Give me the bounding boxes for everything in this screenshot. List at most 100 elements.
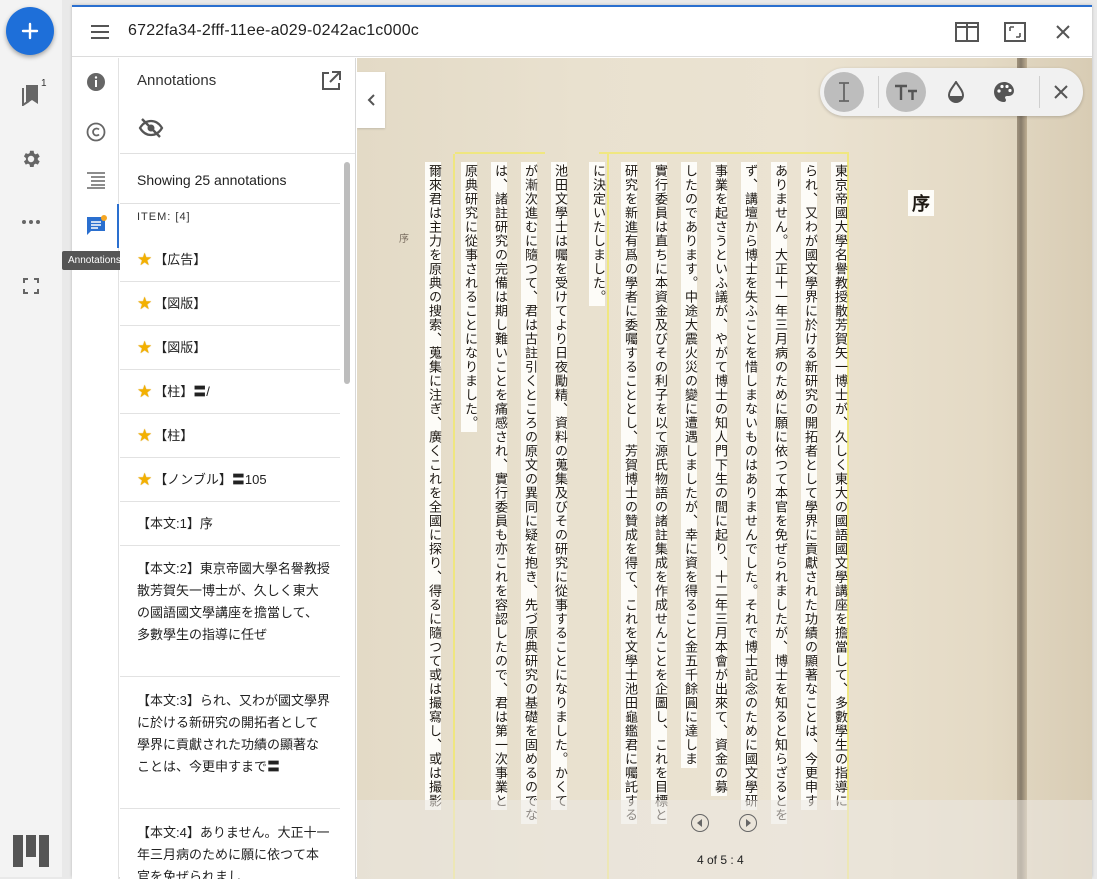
- gear-icon: [23, 150, 40, 167]
- text-line: ず、講壇から博士を失ふことを惜しまないものはありませんでした。それで博士記念のた…: [741, 162, 757, 810]
- canvas-navigation-bar: [357, 800, 1092, 879]
- bookmarks-icon: [22, 85, 38, 106]
- annotation-list-item[interactable]: 【本文:1】序: [120, 502, 340, 546]
- settings-button[interactable]: [15, 143, 47, 175]
- annotation-list-item[interactable]: 【本文:4】ありません。大正十一年三月病のために願に依つて本官を免ぜられまし: [120, 809, 340, 879]
- panel-header: Annotations: [120, 58, 355, 154]
- hamburger-icon: [91, 25, 109, 39]
- toc-icon: [87, 172, 105, 189]
- annotation-outline: [455, 152, 545, 154]
- previous-page-button[interactable]: [691, 814, 709, 832]
- fullscreen-button[interactable]: [15, 270, 47, 302]
- open-in-new-button[interactable]: [320, 70, 342, 92]
- previous-icon: [697, 819, 702, 827]
- information-tab[interactable]: [82, 68, 110, 96]
- window-topbar: 6722fa34-2fff-11ee-a029-0242ac1c000c: [72, 7, 1092, 57]
- close-window-button[interactable]: [1049, 19, 1077, 45]
- text-line: ありません。大正十一年三月病のために願に依つて本官を免ぜられましたが、博士を知る…: [771, 162, 787, 824]
- annotation-list-item[interactable]: ★ 【広告】: [120, 238, 340, 282]
- annotations-panel: Annotations Showing 25 annotations ITEM:…: [120, 58, 356, 879]
- viewer-window: 6722fa34-2fff-11ee-a029-0242ac1c000c Ann…: [62, 5, 1092, 879]
- star-icon: ★: [137, 425, 153, 445]
- next-page-button[interactable]: [739, 814, 757, 832]
- annotation-text: 【柱】〓/: [154, 383, 210, 399]
- text-line: が漸次進むに隨つて、君は古註引くところの原文の異同に疑を抱き、先づ原典研究の基礎…: [521, 162, 537, 824]
- toggle-annotations-visibility-button[interactable]: [138, 116, 164, 140]
- add-button[interactable]: [6, 7, 54, 55]
- collapse-panel-button[interactable]: [357, 72, 385, 128]
- maximize-window-button[interactable]: [1001, 19, 1029, 45]
- text-size-button[interactable]: [886, 72, 926, 112]
- app-rail: 1: [0, 0, 62, 877]
- annotation-outline: [847, 154, 849, 879]
- app-logo: [12, 832, 50, 868]
- annotation-text: 【本文:2】東京帝國大學名譽教授散芳賀矢一博士が、久しく東大の國語國文學講座を擔…: [137, 561, 330, 642]
- text-line: したのであります。中途大震火災の變に遭遇しましたが、幸に資を得ること金五千餘圓に…: [681, 162, 697, 768]
- annotation-text: 【ノンブル】〓105: [154, 471, 267, 487]
- margin-mark: 序: [399, 234, 409, 245]
- annotation-list-item[interactable]: ★ 【柱】〓/: [120, 370, 340, 414]
- annotation-list-item[interactable]: ★ 【図版】: [120, 282, 340, 326]
- text-line: 池田文學士は囑を受けてより日夜勵精、資料の蒐集及びその研究に從事することになりま…: [551, 162, 567, 810]
- annotation-text: 【本文:1】序: [137, 515, 213, 531]
- toolbar-divider: [878, 76, 879, 108]
- companion-icon-column: Annotations: [62, 58, 127, 879]
- star-icon: ★: [137, 293, 153, 313]
- text-size-icon: [895, 84, 917, 100]
- annotation-list-item[interactable]: 【本文:2】東京帝國大學名譽教授散芳賀矢一博士が、久しく東大の國語國文學講座を擔…: [120, 545, 340, 677]
- star-icon: ★: [137, 469, 153, 489]
- item-label: ITEM: [4]: [137, 211, 191, 223]
- chevron-left-icon: [367, 94, 375, 106]
- text-line: に決定いたしました。: [589, 162, 605, 306]
- annotation-toolbar: [820, 68, 1083, 116]
- annotation-outline: [599, 152, 849, 154]
- page-heading: 序: [908, 190, 934, 216]
- annotations-tab[interactable]: [82, 212, 110, 240]
- annotation-list-item[interactable]: 【本文:3】られ、又わが國文學界に於ける新研究の開拓者として學界に貢獻された功績…: [120, 677, 340, 809]
- close-toolbar-button[interactable]: [1041, 72, 1081, 112]
- window-menu-button[interactable]: [86, 20, 114, 44]
- palette-icon: [994, 82, 1014, 102]
- plus-icon: [21, 22, 39, 40]
- book-view-icon: [955, 22, 979, 42]
- panel-scrollbar[interactable]: [344, 162, 350, 384]
- text-line: 爾來君は主力を原典の搜索、蒐集に注ぎ、廣くこれを全國に探り、得るに隨つて或は撮寫…: [425, 162, 441, 810]
- close-icon: [1054, 85, 1068, 99]
- text-line: 東京帝國大學名譽教授散芳賀矢一博士が、久しく東大の國語國文學講座を擔當して、多數…: [831, 162, 847, 810]
- image-viewer[interactable]: 序 東京帝國大學名譽教授散芳賀矢一博士が、久しく東大の國語國文學講座を擔當して、…: [357, 58, 1092, 879]
- table-of-contents-tab[interactable]: [82, 166, 110, 194]
- drop-icon: [947, 81, 965, 103]
- divider: [120, 203, 340, 204]
- annotation-text: 【本文:4】ありません。大正十一年三月病のために願に依つて本官を免ぜられまし: [137, 825, 330, 879]
- toolbar-divider: [1039, 76, 1040, 108]
- star-icon: ★: [137, 249, 153, 269]
- opacity-button[interactable]: [936, 72, 976, 112]
- more-button[interactable]: [15, 206, 47, 238]
- text-line: 事業を起さうといふ議が、やがて博士の知人門下生の間に起り、十二年三月本會が出來て…: [711, 162, 727, 796]
- text-line: られ、又わが國文學界に於ける新研究の開拓者として學界に貢獻された功績の顯著なこと…: [801, 162, 817, 810]
- color-palette-button[interactable]: [984, 72, 1024, 112]
- text-cursor-button[interactable]: [824, 72, 864, 112]
- panel-title: Annotations: [137, 72, 217, 89]
- annotation-comment-icon: [87, 215, 107, 235]
- maximize-icon: [1004, 22, 1026, 42]
- text-line: 實行委員は直ちに本資金及びその利子を以て源氏物語の諸註集成を作成せんことを企圖し…: [651, 162, 667, 824]
- page-indicator: 4 of 5 : 4: [697, 853, 744, 867]
- annotation-list-item[interactable]: ★ 【図版】: [120, 326, 340, 370]
- text-line: 原典研究に從事されることになりました。: [461, 162, 477, 432]
- text-line: は、諸註研究の完備は期し難いことを痛感され、實行委員も亦これを容認したので、君は…: [491, 162, 507, 810]
- annotation-outline: [607, 154, 609, 879]
- fullscreen-icon: [23, 278, 39, 294]
- close-icon: [1056, 25, 1070, 39]
- view-layout-button[interactable]: [953, 19, 981, 45]
- mirador-logo-icon: [13, 835, 49, 867]
- text-line: 研究を新進有爲の學者に委囑することとし、芳賀博士の贊成を得て、これを文學士池田龜…: [621, 162, 637, 824]
- page-spine: [1017, 58, 1027, 879]
- annotation-outline: [453, 154, 455, 879]
- visibility-off-icon: [138, 118, 164, 138]
- annotation-list-item[interactable]: ★ 【ノンブル】〓105: [120, 458, 340, 502]
- rights-tab[interactable]: [82, 118, 110, 146]
- more-horizontal-icon: [22, 220, 40, 224]
- annotation-list-item[interactable]: ★ 【柱】: [120, 414, 340, 458]
- open-external-icon: [322, 71, 341, 90]
